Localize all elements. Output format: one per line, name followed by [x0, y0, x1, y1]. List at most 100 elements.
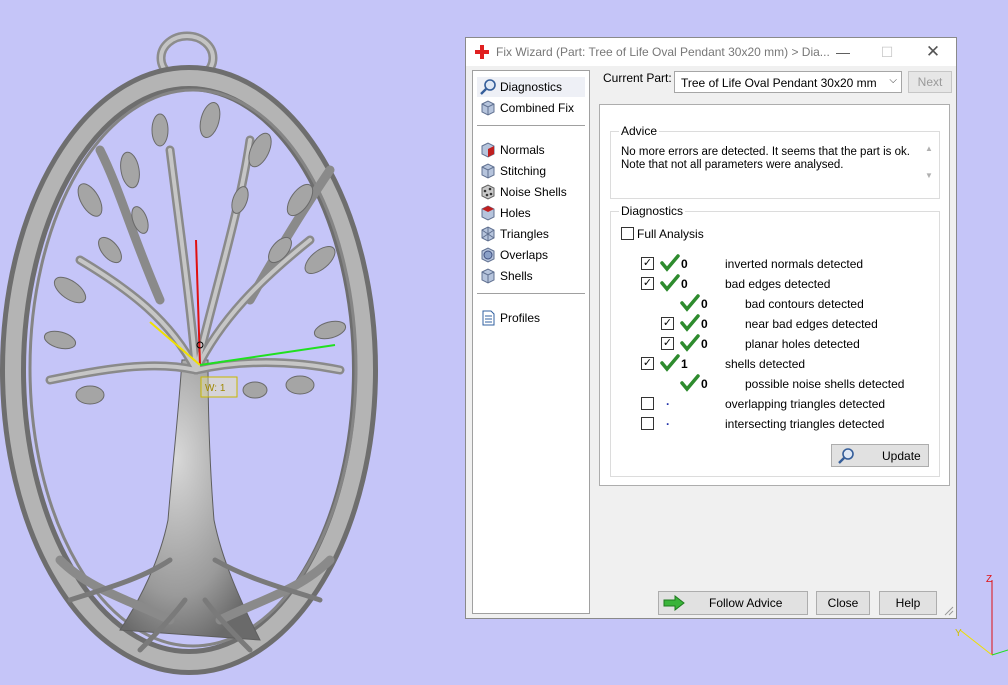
document-icon	[482, 310, 495, 326]
green-check-icon	[680, 314, 700, 332]
full-analysis-row: Full Analysis	[611, 224, 931, 244]
wizard-nav: Diagnostics Combined Fix Normals Stitchi…	[472, 70, 590, 614]
green-check-icon	[680, 334, 700, 352]
advice-line-2: Note that not all parameters were analys…	[621, 159, 844, 171]
diagnostic-label: near bad edges detected	[745, 317, 878, 331]
nav-item-holes[interactable]: Holes	[477, 203, 585, 223]
fix-wizard-dialog: Fix Wizard (Part: Tree of Life Oval Pend…	[465, 37, 957, 619]
nav-item-stitching[interactable]: Stitching	[477, 161, 585, 181]
red-cross-icon	[475, 45, 489, 59]
shells-cube-icon	[481, 268, 495, 284]
chevron-down-icon: ⌵	[889, 75, 897, 86]
diagnostic-row: ✓ 1 shells detected	[611, 354, 931, 374]
diagnostic-label: bad contours detected	[745, 297, 864, 311]
diagnostic-label: bad edges detected	[725, 277, 831, 291]
overlaps-cube-icon	[481, 247, 495, 263]
diagnostic-row: ✓ 0 bad edges detected	[611, 274, 931, 294]
nav-separator	[477, 125, 585, 126]
magnifier-icon	[480, 79, 496, 95]
nav-item-overlaps[interactable]: Overlaps	[477, 245, 585, 265]
green-check-icon	[660, 274, 680, 292]
help-button[interactable]: Help	[879, 591, 937, 615]
diagnostic-checkbox[interactable]: ✓	[661, 337, 674, 350]
diagnostic-row: · intersecting triangles detected	[611, 414, 931, 434]
nav-item-triangles[interactable]: Triangles	[477, 224, 585, 244]
axis-triad: Z Y	[955, 574, 1008, 656]
advice-title: Advice	[619, 124, 660, 138]
cube-icon	[481, 100, 495, 116]
advice-line-1: No more errors are detected. It seems th…	[621, 146, 910, 158]
gizmo-tag: W: 1	[205, 383, 226, 394]
diagnostic-count: 0	[701, 297, 708, 311]
diagnostic-row: ✓ 0 planar holes detected	[611, 334, 931, 354]
holes-cube-icon	[481, 205, 495, 221]
update-button[interactable]: Update	[831, 444, 929, 467]
diagnostic-count: 0	[701, 377, 708, 391]
advice-text: No more errors are detected. It seems th…	[621, 146, 911, 172]
diagnostic-checkbox[interactable]	[641, 397, 654, 410]
close-button[interactable]: Close	[816, 591, 870, 615]
diagnostic-label: overlapping triangles detected	[725, 397, 886, 411]
normals-cube-icon	[481, 142, 495, 158]
pending-dot-icon: ·	[666, 417, 670, 431]
diagnostic-count: 1	[681, 357, 688, 371]
current-part-value: Tree of Life Oval Pendant 30x20 mm	[681, 76, 877, 90]
diagnostics-panel: Advice No more errors are detected. It s…	[599, 104, 950, 486]
diagnostic-checkbox[interactable]: ✓	[661, 317, 674, 330]
nav-item-profiles[interactable]: Profiles	[477, 308, 585, 328]
full-analysis-label: Full Analysis	[637, 227, 704, 241]
diagnostic-label: shells detected	[725, 357, 806, 371]
diagnostics-title: Diagnostics	[619, 204, 686, 218]
diagnostic-count: 0	[681, 277, 688, 291]
next-button[interactable]: Next	[908, 71, 952, 93]
nav-item-diagnostics[interactable]: Diagnostics	[477, 77, 585, 97]
diagnostic-label: intersecting triangles detected	[725, 417, 885, 431]
pending-dot-icon: ·	[666, 397, 670, 411]
nav-item-noise-shells[interactable]: Noise Shells	[477, 182, 585, 202]
close-window-button[interactable]: ✕	[910, 38, 956, 66]
diagnostic-checkbox[interactable]: ✓	[641, 277, 654, 290]
axis-z-label: Z	[986, 574, 992, 585]
title-bar[interactable]: Fix Wizard (Part: Tree of Life Oval Pend…	[466, 38, 956, 66]
update-label: Update	[882, 449, 921, 463]
diagnostic-row: 0 bad contours detected	[611, 294, 931, 314]
diagnostics-group: Diagnostics Full Analysis ✓ 0 inverted nor…	[610, 204, 940, 477]
green-check-icon	[660, 354, 680, 372]
green-check-icon	[660, 254, 680, 272]
diagnostic-count: 0	[701, 337, 708, 351]
diagnostic-checkbox[interactable]: ✓	[641, 357, 654, 370]
diagnostic-count: 0	[681, 257, 688, 271]
nav-item-combined-fix[interactable]: Combined Fix	[477, 98, 585, 118]
green-arrow-icon	[663, 595, 685, 611]
nav-item-normals[interactable]: Normals	[477, 140, 585, 160]
magnifier-icon	[838, 448, 854, 464]
full-analysis-checkbox[interactable]	[621, 227, 634, 240]
diagnostic-row: · overlapping triangles detected	[611, 394, 931, 414]
diagnostic-checkbox[interactable]: ✓	[641, 257, 654, 270]
resize-grip-icon[interactable]	[944, 606, 954, 616]
advice-group: Advice No more errors are detected. It s…	[610, 124, 940, 199]
noise-cube-icon	[481, 184, 495, 200]
minimize-button[interactable]: —	[820, 38, 866, 66]
diagnostic-count: 0	[701, 317, 708, 331]
green-check-icon	[680, 374, 700, 392]
diagnostic-row: ✓ 0 near bad edges detected	[611, 314, 931, 334]
diagnostic-label: inverted normals detected	[725, 257, 864, 271]
maximize-button[interactable]: ☐	[864, 38, 910, 66]
diagnostic-label: possible noise shells detected	[745, 377, 905, 391]
follow-advice-button[interactable]: Follow Advice	[658, 591, 808, 615]
diagnostic-label: planar holes detected	[745, 337, 860, 351]
nav-item-shells[interactable]: Shells	[477, 266, 585, 286]
triangles-cube-icon	[481, 226, 495, 242]
diagnostic-row: 0 possible noise shells detected	[611, 374, 931, 394]
green-check-icon	[680, 294, 700, 312]
diagnostic-row: ✓ 0 inverted normals detected	[611, 254, 931, 274]
current-part-select[interactable]: Tree of Life Oval Pendant 30x20 mm ⌵	[674, 71, 902, 93]
nav-separator	[477, 293, 585, 294]
current-part-label: Current Part:	[603, 71, 672, 85]
axis-y-label: Y	[955, 628, 962, 639]
dialog-title: Fix Wizard (Part: Tree of Life Oval Pend…	[496, 45, 830, 59]
advice-scrollbar[interactable]: ▲ ▼	[921, 144, 937, 192]
diagnostic-checkbox[interactable]	[641, 417, 654, 430]
follow-advice-label: Follow Advice	[709, 596, 783, 610]
